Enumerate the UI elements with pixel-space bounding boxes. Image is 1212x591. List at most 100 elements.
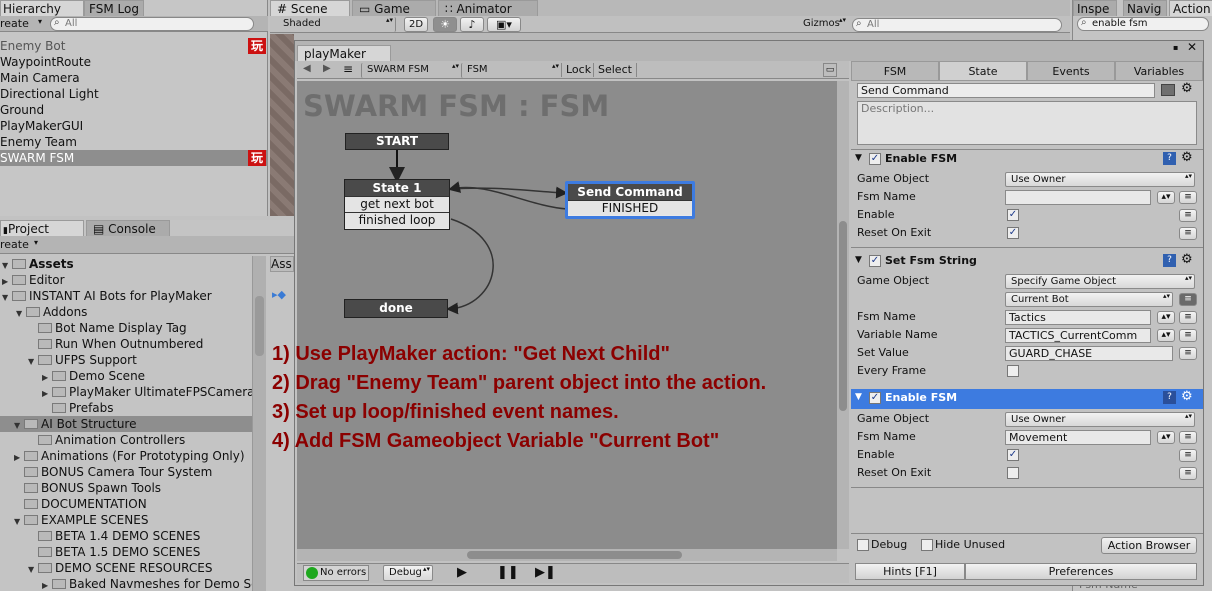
collapse-icon[interactable]: ▼: [855, 153, 862, 163]
action-gear-icon[interactable]: ⚙: [1181, 150, 1193, 165]
window-menu-icon[interactable]: ▪: [1173, 43, 1178, 52]
help-icon[interactable]: ?: [1163, 391, 1176, 404]
tab-playmaker[interactable]: playMaker: [297, 45, 391, 62]
play-icon[interactable]: ▶: [457, 565, 467, 580]
graph-horizontal-scrollbar[interactable]: [297, 549, 837, 561]
fsm-name-input[interactable]: Tactics: [1005, 310, 1151, 325]
tab-actions[interactable]: Action: [1169, 0, 1212, 16]
state-settings-gear-icon[interactable]: ⚙: [1181, 81, 1193, 96]
tree-item[interactable]: DOCUMENTATION: [24, 496, 147, 512]
preferences-button[interactable]: Preferences: [965, 563, 1197, 580]
tab-fsm[interactable]: FSM: [851, 61, 939, 81]
select-button[interactable]: Select: [593, 63, 637, 77]
graph-vertical-scrollbar[interactable]: [837, 81, 849, 549]
shading-mode-dropdown[interactable]: Shaded: [278, 17, 396, 32]
action-browser-button[interactable]: Action Browser: [1101, 537, 1197, 554]
lighting-toggle-icon[interactable]: ☀: [433, 17, 457, 32]
tab-console[interactable]: ▤ Console: [86, 220, 170, 236]
state-done[interactable]: done: [344, 299, 448, 318]
variable-toggle-icon[interactable]: ≡: [1179, 191, 1197, 204]
reset-on-exit-checkbox[interactable]: ✓: [1007, 227, 1019, 239]
back-icon[interactable]: ◀: [303, 63, 311, 74]
scene-search-input[interactable]: All: [852, 18, 1062, 32]
variable-selector-icon[interactable]: ▴▾: [1157, 431, 1175, 444]
tab-animator[interactable]: ∷ Animator: [438, 0, 538, 16]
hints-button[interactable]: Hints [F1]: [855, 563, 965, 580]
hierarchy-create-button[interactable]: reate: [0, 17, 29, 30]
hierarchy-item[interactable]: Enemy Bot 玩: [0, 38, 268, 54]
debug-mode-dropdown[interactable]: Debug: [383, 565, 433, 581]
tree-item[interactable]: ▼ UFPS Support: [28, 352, 137, 368]
project-scrollbar[interactable]: [252, 256, 266, 591]
variable-toggle-icon[interactable]: ≡: [1179, 227, 1197, 240]
tab-navigation[interactable]: Navig: [1123, 0, 1167, 16]
tab-scene[interactable]: # Scene: [270, 0, 350, 16]
hierarchy-item[interactable]: PlayMakerGUI: [0, 118, 268, 134]
collapse-icon[interactable]: ▼: [855, 392, 862, 402]
tree-item[interactable]: BONUS Spawn Tools: [24, 480, 161, 496]
fsm-owner-dropdown[interactable]: SWARM FSM: [361, 63, 461, 78]
state-color-swatch[interactable]: [1161, 84, 1175, 96]
gizmos-dropdown[interactable]: Gizmos: [798, 17, 848, 32]
tab-fsm-log[interactable]: FSM Log: [84, 0, 144, 16]
tree-item[interactable]: ▶ PlayMaker UltimateFPSCamera: [42, 384, 252, 400]
hierarchy-item[interactable]: Main Camera: [0, 70, 268, 86]
collapse-icon[interactable]: ▼: [855, 255, 862, 265]
action-enabled-checkbox[interactable]: ✓: [869, 392, 881, 404]
graph-view-icon[interactable]: ▭: [823, 63, 837, 77]
fsm-name-input[interactable]: [1005, 190, 1151, 205]
state-event-finished-loop[interactable]: finished loop: [345, 212, 449, 228]
scrollbar-thumb[interactable]: [839, 221, 847, 411]
tree-item[interactable]: ▼ Addons: [16, 304, 87, 320]
tab-variables[interactable]: Variables: [1115, 61, 1203, 81]
tab-inspector[interactable]: Inspe: [1073, 0, 1117, 16]
help-icon[interactable]: ?: [1163, 254, 1176, 267]
game-object-dropdown[interactable]: Use Owner: [1005, 412, 1195, 427]
game-object-dropdown[interactable]: Specify Game Object: [1005, 274, 1195, 289]
tab-hierarchy[interactable]: Hierarchy: [0, 0, 84, 16]
tree-item[interactable]: ▼ Assets: [2, 256, 74, 272]
tab-game[interactable]: ▭ Game: [352, 0, 436, 16]
reset-on-exit-checkbox[interactable]: [1007, 467, 1019, 479]
state-event-get-next-bot[interactable]: get next bot: [345, 196, 449, 212]
variable-toggle-icon[interactable]: ≡: [1179, 209, 1197, 222]
state-1[interactable]: State 1 get next bot finished loop: [344, 179, 450, 230]
tab-state[interactable]: State: [939, 61, 1027, 81]
variable-selector-icon[interactable]: ▴▾: [1157, 329, 1175, 342]
debug-checkbox[interactable]: [857, 539, 869, 551]
tree-item[interactable]: ▶ Baked Navmeshes for Demo Sc: [42, 576, 252, 591]
lock-button[interactable]: Lock: [561, 63, 595, 77]
state-name-input[interactable]: Send Command: [857, 83, 1155, 98]
fsm-name-input[interactable]: Movement: [1005, 430, 1151, 445]
game-object-variable-dropdown[interactable]: Current Bot: [1005, 292, 1173, 307]
action-gear-icon[interactable]: ⚙: [1181, 252, 1193, 267]
hierarchy-search-input[interactable]: All: [50, 17, 254, 31]
action-gear-icon[interactable]: ⚙: [1181, 389, 1193, 404]
scene-viewport[interactable]: [270, 34, 294, 216]
hierarchy-item[interactable]: Ground: [0, 102, 268, 118]
forward-icon[interactable]: ▶: [323, 63, 331, 74]
fsm-select-dropdown[interactable]: FSM: [461, 63, 561, 78]
state-start[interactable]: START: [345, 133, 449, 150]
enable-checkbox[interactable]: ✓: [1007, 449, 1019, 461]
action-header-set-fsm-string[interactable]: ▼ ✓ Set Fsm String ? ⚙: [851, 252, 1203, 271]
tree-item[interactable]: ▶ Animations (For Prototyping Only): [14, 448, 245, 464]
hierarchy-item[interactable]: WaypointRoute: [0, 54, 268, 70]
variable-toggle-icon[interactable]: ≡: [1179, 293, 1197, 306]
tree-item[interactable]: Animation Controllers: [38, 432, 185, 448]
window-close-icon[interactable]: ✕: [1187, 40, 1197, 54]
variable-name-input[interactable]: TACTICS_CurrentComm: [1005, 328, 1151, 343]
variable-selector-icon[interactable]: ▴▾: [1157, 311, 1175, 324]
fsm-graph-canvas[interactable]: SWARM FSM : FSM START State 1 get next b…: [297, 81, 837, 549]
variable-selector-icon[interactable]: ▴▾: [1157, 191, 1175, 204]
tree-item[interactable]: Run When Outnumbered: [38, 336, 203, 352]
variable-toggle-icon[interactable]: ≡: [1179, 431, 1197, 444]
pause-icon[interactable]: ❚❚: [497, 565, 519, 580]
variable-toggle-icon[interactable]: ≡: [1179, 449, 1197, 462]
hide-unused-checkbox[interactable]: [921, 539, 933, 551]
tree-item[interactable]: ▼ INSTANT AI Bots for PlayMaker: [2, 288, 212, 304]
scrollbar-thumb[interactable]: [255, 296, 264, 356]
game-object-dropdown[interactable]: Use Owner: [1005, 172, 1195, 187]
action-search-input[interactable]: enable fsm: [1077, 17, 1209, 31]
tree-item[interactable]: ▼ EXAMPLE SCENES: [14, 512, 148, 528]
